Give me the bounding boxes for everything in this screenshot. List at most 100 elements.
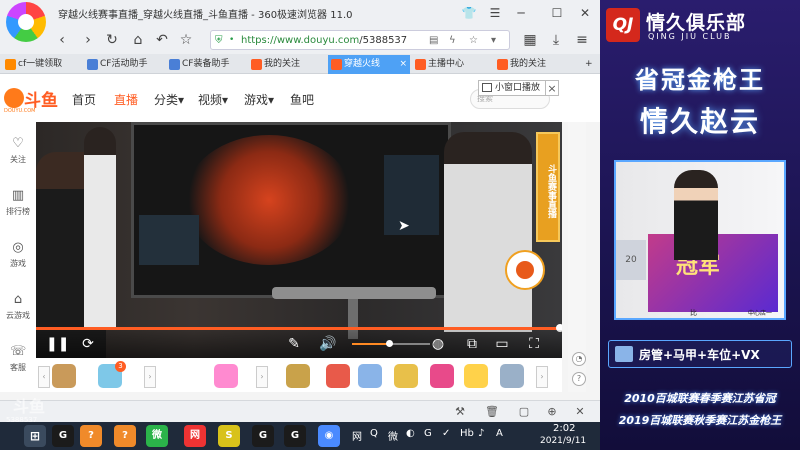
close-window-button[interactable]: ✕	[574, 3, 596, 23]
edit-icon[interactable]: ✎	[284, 334, 304, 354]
film-reel-icon[interactable]	[505, 250, 545, 290]
bookmark-star-icon[interactable]: ☆	[176, 30, 196, 50]
new-tab-button[interactable]: +	[580, 55, 598, 74]
gift-icon[interactable]	[430, 364, 454, 388]
more-icon[interactable]: ≡	[572, 30, 592, 50]
mini-window-close-icon[interactable]: ×	[545, 80, 559, 96]
reload-icon[interactable]: ⟳	[78, 334, 98, 354]
gift-icon[interactable]	[500, 364, 524, 388]
browser-logo-icon	[6, 2, 46, 42]
download-icon[interactable]: ⤓	[546, 30, 566, 50]
tab-bar: cf一键领取 CF活动助手 CF装备助手 我的关注 穿越火线 × 主播中心 我的关注 +	[0, 54, 600, 74]
mini-window-icon	[482, 83, 492, 92]
browser-tab[interactable]: CF活动助手	[84, 55, 164, 74]
zoom-icon[interactable]: ⊕	[544, 404, 560, 420]
tray-icon[interactable]: Hb	[460, 428, 474, 439]
site-nav-item[interactable]: 首页	[72, 91, 96, 108]
gift-scroll-icon[interactable]: ›	[144, 366, 156, 388]
menu-icon[interactable]: ☰	[484, 3, 506, 23]
speed-icon[interactable]: ϟ	[449, 34, 456, 47]
sidebar-item[interactable]: ⌂ 云游戏	[0, 286, 36, 330]
gift-icon[interactable]	[214, 364, 238, 388]
web-fullscreen-icon[interactable]: ▭	[492, 334, 512, 354]
taskbar-app-icon[interactable]: G	[252, 425, 274, 447]
browser-tab[interactable]: cf一键领取	[2, 55, 82, 74]
taskbar-app-icon[interactable]: ?	[114, 425, 136, 447]
close-statusbar-icon[interactable]: ✕	[572, 404, 588, 420]
taskbar-app-icon[interactable]: G	[52, 425, 74, 447]
pause-icon[interactable]: ❚❚	[46, 334, 69, 354]
taskbar-app-icon[interactable]: ◉	[318, 425, 340, 447]
taskbar-app-icon[interactable]: 网	[184, 425, 206, 447]
tray-icon[interactable]: A	[496, 428, 503, 439]
site-nav-item[interactable]: 视频▾	[198, 91, 228, 108]
gift-icon[interactable]	[52, 364, 76, 388]
dropdown-icon[interactable]: ▾	[491, 34, 496, 47]
home-button[interactable]: ⌂	[128, 30, 148, 50]
refresh-button[interactable]: ↻	[102, 30, 122, 50]
tray-icon[interactable]: Q	[370, 428, 378, 439]
skin-icon[interactable]: 👕	[458, 3, 480, 23]
mini-window-button[interactable]: 小窗口播放	[478, 80, 550, 96]
tray-icon[interactable]: ◐	[406, 428, 415, 439]
chat-toggle-icon[interactable]: ◔	[572, 352, 586, 366]
sidebar-item[interactable]: ♡ 关注	[0, 130, 36, 174]
gift-icon[interactable]	[394, 364, 418, 388]
tray-icon[interactable]: ♪	[478, 428, 484, 439]
address-bar[interactable]: ⛨ • https://www.douyu.com/5388537 ▤ ϟ ☆ …	[210, 30, 510, 50]
picture-in-picture-icon[interactable]: ⧉	[462, 334, 482, 354]
volume-icon[interactable]: 🔊	[318, 334, 338, 354]
taskbar-app-icon[interactable]: ?	[80, 425, 102, 447]
start-button[interactable]: ⊞	[24, 425, 46, 447]
sidebar-item-label: 关注	[10, 155, 26, 164]
gift-icon[interactable]	[358, 364, 382, 388]
gift-icon[interactable]: 3	[98, 361, 126, 388]
left-sidebar: ♡ 关注 ▥ 排行榜 ◎ 游戏 ⌂ 云游戏 ☏ 客服	[0, 122, 36, 392]
minimize-button[interactable]: ─	[510, 3, 532, 23]
site-nav-item[interactable]: 游戏▾	[244, 91, 274, 108]
browser-tab[interactable]: 我的关注	[494, 55, 578, 74]
site-nav-item[interactable]: 鱼吧	[290, 91, 314, 108]
trash-icon[interactable]: 🗑	[484, 404, 500, 420]
back-button[interactable]: ‹	[52, 30, 72, 50]
gift-scroll-left-icon[interactable]: ‹	[38, 366, 50, 388]
browser-tab[interactable]: 穿越火线 ×	[328, 55, 410, 74]
browser-tab[interactable]: 我的关注	[248, 55, 326, 74]
tab-close-icon[interactable]: ×	[399, 55, 407, 74]
taskbar-app-icon[interactable]: 微	[146, 425, 168, 447]
taskbar-app-icon[interactable]: S	[218, 425, 240, 447]
danmaku-icon[interactable]: ◍	[428, 334, 448, 354]
browser-tab[interactable]: 主播中心	[412, 55, 492, 74]
sidebar-item[interactable]: ◎ 游戏	[0, 234, 36, 278]
reader-icon[interactable]: ▤	[429, 34, 438, 47]
video-player[interactable]: 斗鱼赛事直播 ➤ ❚❚ ⟳ ✎ 🔊 ◍ ⧉ ▭ ⛶	[36, 122, 562, 358]
browser-tab[interactable]: CF装备助手	[166, 55, 246, 74]
tray-icon[interactable]: ✓	[442, 428, 450, 439]
undo-close-button[interactable]: ↶	[152, 30, 172, 50]
clock-date[interactable]: 2021/9/11	[540, 436, 586, 446]
clock-time[interactable]: 2:02	[553, 423, 575, 434]
gift-scroll-icon[interactable]: ›	[256, 366, 268, 388]
maximize-button[interactable]: ☐	[546, 3, 568, 23]
site-nav-item[interactable]: 分类▾	[154, 91, 184, 108]
douyu-logo[interactable]: 斗鱼 DOUYU.COM	[4, 86, 62, 114]
tray-icon[interactable]: G	[424, 428, 432, 439]
apps-icon[interactable]: ▦	[520, 30, 540, 50]
window-icon[interactable]: ▢	[516, 404, 532, 420]
sidebar-item[interactable]: ▥ 排行榜	[0, 182, 36, 226]
favorite-icon[interactable]: ☆	[469, 34, 478, 47]
sidebar-item[interactable]: ☏ 客服	[0, 338, 36, 382]
tray-icon[interactable]: 微	[388, 428, 398, 443]
site-nav-item[interactable]: 直播	[114, 91, 138, 108]
tray-icon[interactable]: 网	[352, 428, 362, 443]
forward-button[interactable]: ›	[78, 30, 98, 50]
cleaner-icon[interactable]: ⚒	[452, 404, 468, 420]
gift-icon[interactable]	[326, 364, 350, 388]
fullscreen-icon[interactable]: ⛶	[524, 334, 544, 354]
gift-icon[interactable]	[464, 364, 488, 388]
gift-scroll-right-icon[interactable]: ›	[536, 366, 548, 388]
volume-knob[interactable]	[385, 340, 393, 347]
taskbar-app-icon[interactable]: G	[284, 425, 306, 447]
feedback-icon[interactable]: ?	[572, 372, 586, 386]
gift-icon[interactable]	[286, 364, 310, 388]
